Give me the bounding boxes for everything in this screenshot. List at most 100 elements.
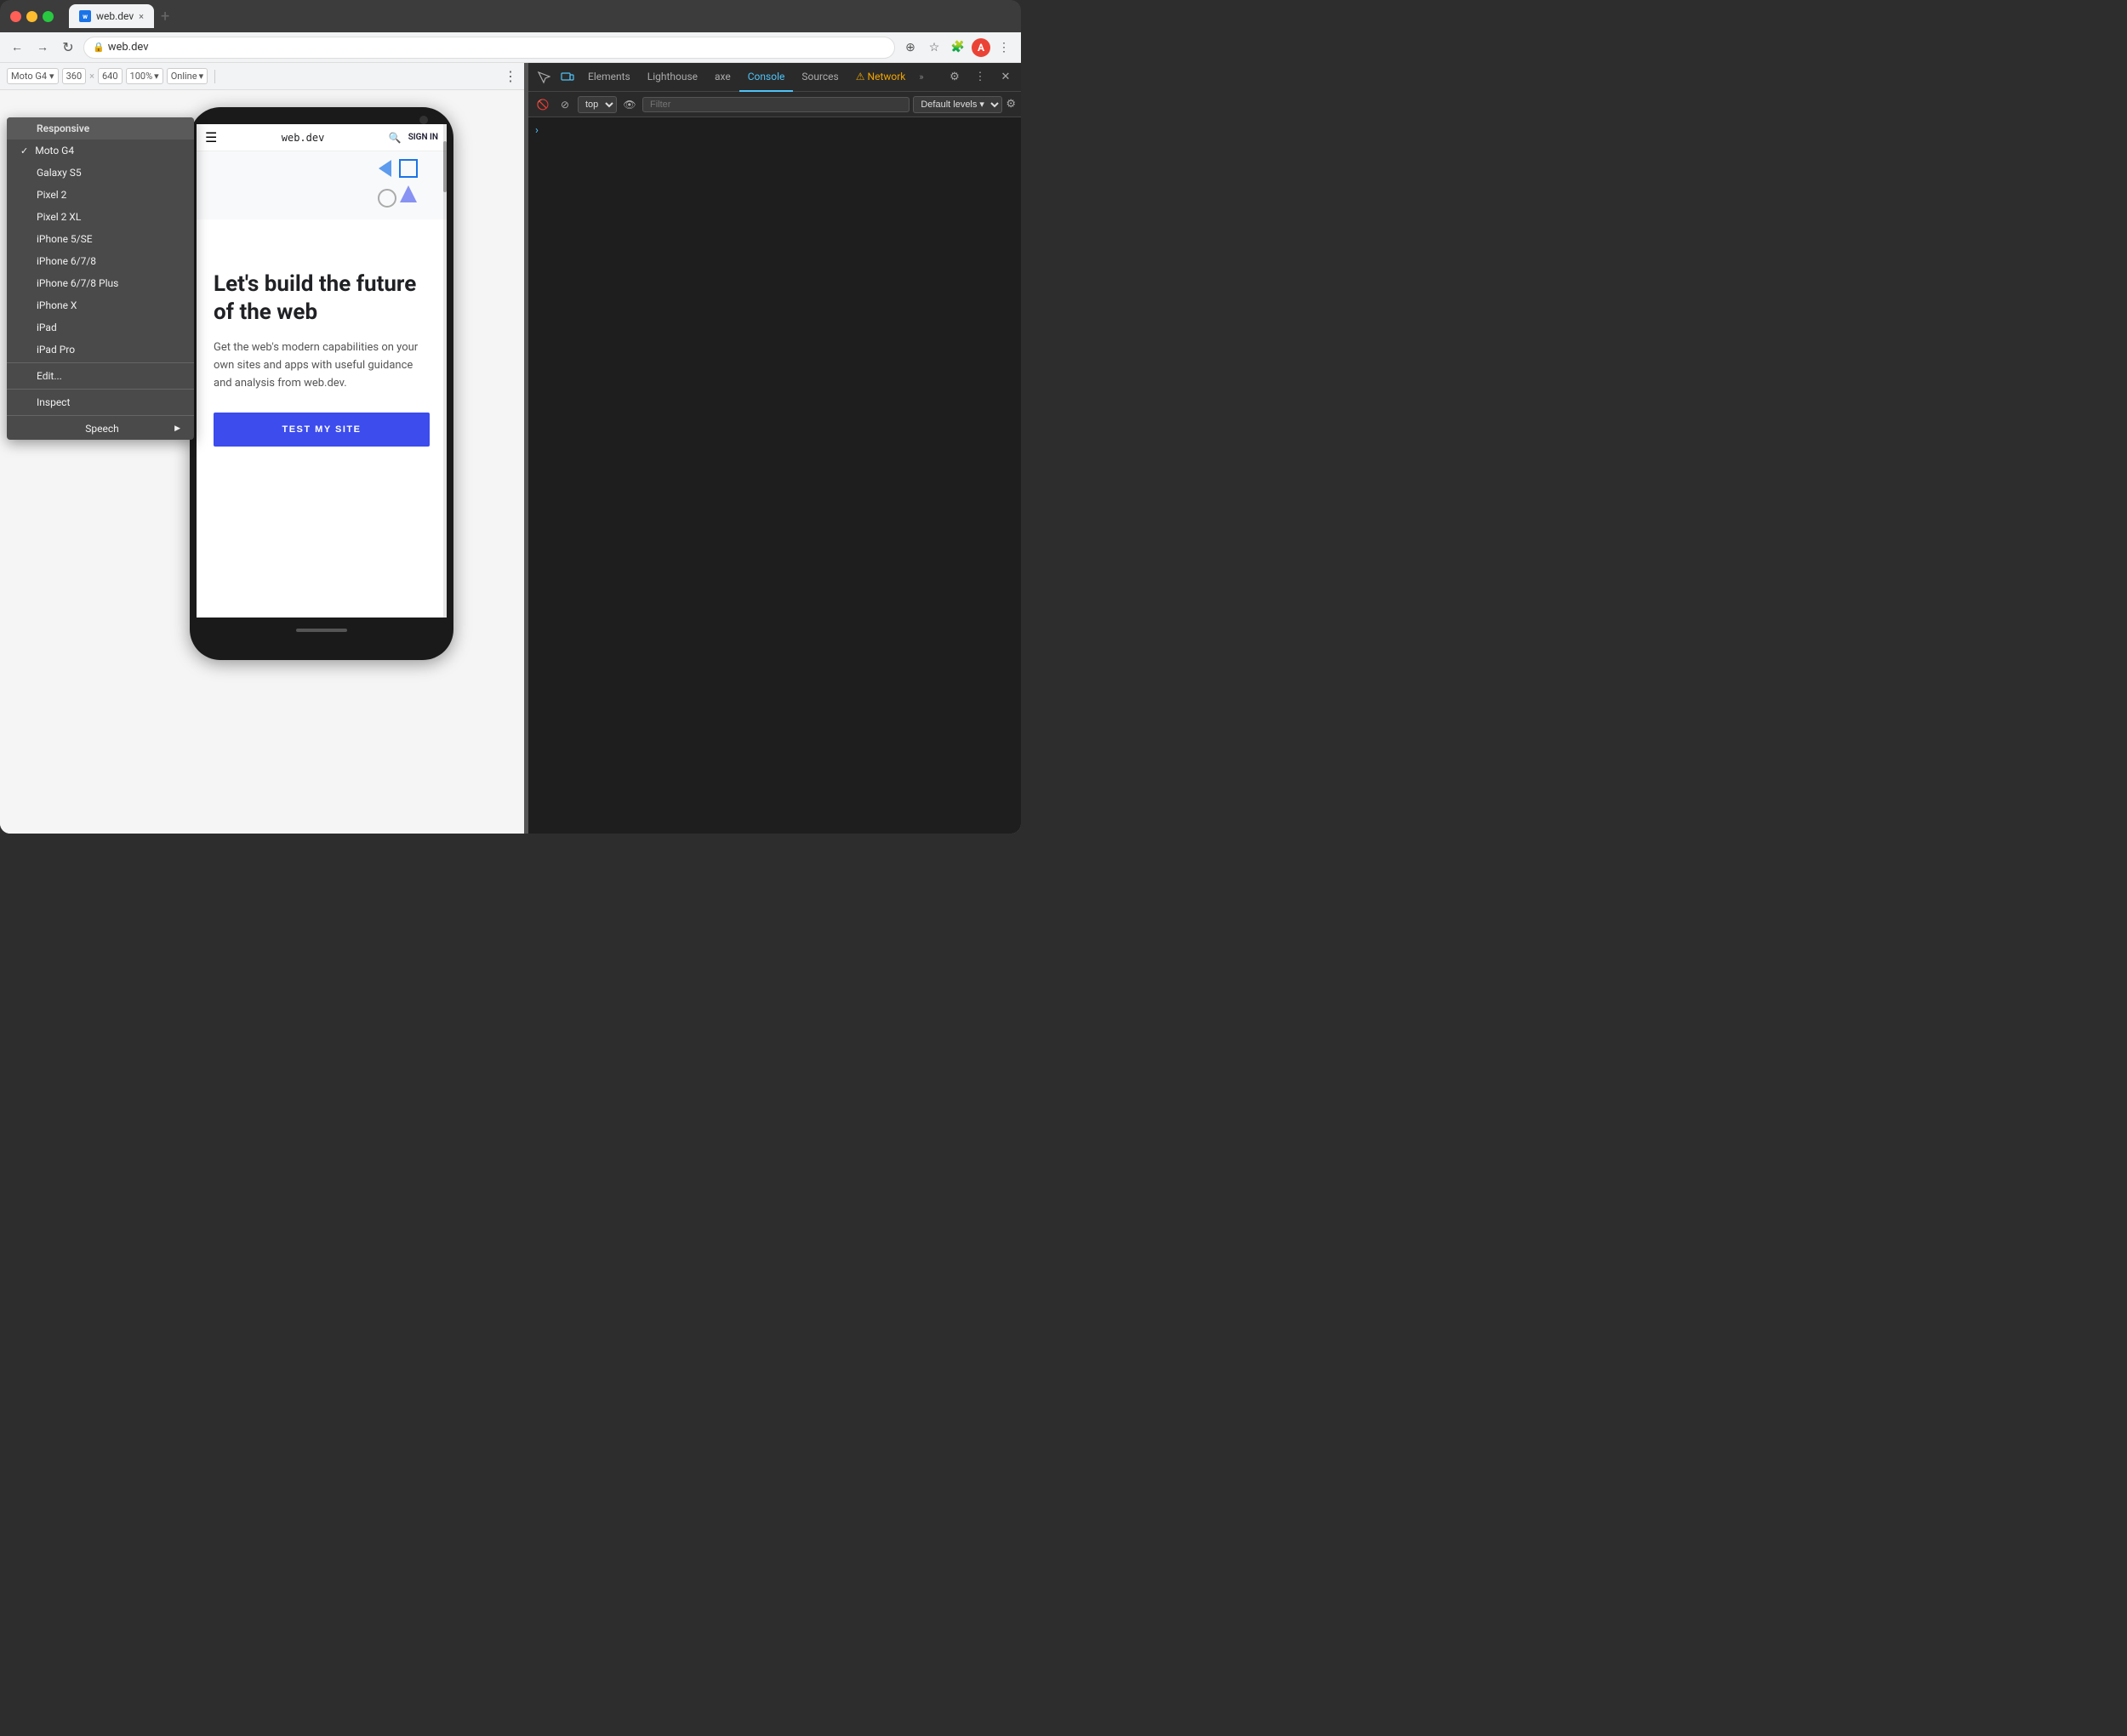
- tab-close-button[interactable]: ×: [139, 11, 144, 22]
- dropdown-item-iphone-678[interactable]: iPhone 6/7/8: [7, 250, 194, 272]
- profile-icon[interactable]: A: [972, 38, 990, 57]
- address-bar: ← → ↻ 🔒 web.dev ⊕ ☆ 🧩 A ⋮: [0, 32, 1021, 63]
- phone-hero: Let's build the future of the web Get th…: [197, 219, 447, 472]
- phone-scroll-thumb: [443, 141, 447, 192]
- menu-icon[interactable]: ⋮: [994, 37, 1014, 58]
- pixel-2-xl-label: Pixel 2 XL: [37, 211, 81, 223]
- dropdown-item-ipad-pro[interactable]: iPad Pro: [7, 339, 194, 361]
- tab-sources[interactable]: Sources: [793, 63, 847, 92]
- device-selector[interactable]: Moto G4 ▾: [7, 68, 59, 84]
- browser-tab[interactable]: w web.dev ×: [69, 4, 154, 28]
- phone-wrapper: Responsive Moto G4 Galaxy S5 Pixel 2 Pix…: [0, 90, 524, 834]
- sign-in-button[interactable]: SIGN IN: [408, 133, 438, 142]
- dropdown-separator-1: [7, 362, 194, 363]
- devtools-responsive-toolbar: Moto G4 ▾ 360 × 640 100% ▾ Online ▾ ⋮: [0, 63, 524, 90]
- height-value[interactable]: 640: [98, 68, 123, 84]
- dropdown-item-ipad[interactable]: iPad: [7, 316, 194, 339]
- tab-lighthouse[interactable]: Lighthouse: [639, 63, 706, 92]
- phone-scrollbar[interactable]: [443, 124, 447, 618]
- cta-button[interactable]: TEST MY SITE: [214, 413, 430, 447]
- log-levels-selector[interactable]: Default levels ▾: [913, 96, 1002, 113]
- console-gear-button[interactable]: ⚙: [1006, 98, 1016, 111]
- zoom-label: 100%: [130, 71, 153, 82]
- close-button[interactable]: [10, 11, 21, 22]
- dropdown-separator-3: [7, 415, 194, 416]
- network-selector[interactable]: Online ▾: [167, 68, 208, 84]
- dropdown-item-iphone-678plus[interactable]: iPhone 6/7/8 Plus: [7, 272, 194, 294]
- dropdown-item-speech[interactable]: Speech: [7, 418, 194, 440]
- tab-label: web.dev: [96, 10, 134, 22]
- width-value[interactable]: 360: [62, 68, 87, 84]
- dropdown-item-inspect[interactable]: Inspect: [7, 391, 194, 413]
- dimensions: 360 × 640: [62, 68, 123, 84]
- console-content: ›: [528, 117, 1021, 834]
- back-button[interactable]: ←: [7, 37, 27, 58]
- console-settings-button[interactable]: ⊘: [556, 95, 574, 114]
- tab-network[interactable]: ⚠ Network: [847, 63, 915, 92]
- more-tabs-button[interactable]: »: [914, 71, 928, 83]
- edit-label: Edit...: [37, 370, 62, 382]
- elements-label: Elements: [588, 71, 630, 83]
- tab-axe[interactable]: axe: [706, 63, 739, 92]
- dropdown-item-edit[interactable]: Edit...: [7, 365, 194, 387]
- phone-frame: ☰ web.dev 🔍 SIGN IN: [190, 107, 453, 660]
- axe-label: axe: [715, 71, 731, 83]
- add-icon[interactable]: ⊕: [900, 37, 921, 58]
- url-text: web.dev: [108, 41, 149, 54]
- devtools-settings-button[interactable]: ⚙: [943, 65, 967, 89]
- bookmark-icon[interactable]: ☆: [924, 37, 944, 58]
- inspect-label: Inspect: [37, 396, 70, 408]
- devtools-more-button[interactable]: ⋮: [968, 65, 992, 89]
- dropdown-item-pixel-2[interactable]: Pixel 2: [7, 184, 194, 206]
- dropdown-item-iphone-5se[interactable]: iPhone 5/SE: [7, 228, 194, 250]
- dropdown-item-iphone-x[interactable]: iPhone X: [7, 294, 194, 316]
- device-dropdown-arrow: ▾: [49, 71, 54, 82]
- zoom-selector[interactable]: 100% ▾: [126, 68, 163, 84]
- iphone-678plus-label: iPhone 6/7/8 Plus: [37, 277, 118, 289]
- devtools-close-button[interactable]: ✕: [994, 65, 1018, 89]
- clear-console-button[interactable]: 🚫: [533, 95, 552, 114]
- url-bar[interactable]: 🔒 web.dev: [83, 37, 895, 59]
- phone-screen: ☰ web.dev 🔍 SIGN IN: [197, 124, 447, 618]
- dropdown-item-galaxy-s5[interactable]: Galaxy S5: [7, 162, 194, 184]
- pixel-2-label: Pixel 2: [37, 189, 66, 201]
- devtools-tabs: Elements Lighthouse axe Console Sources …: [528, 63, 1021, 92]
- browser-viewport: Moto G4 ▾ 360 × 640 100% ▾ Online ▾ ⋮: [0, 63, 524, 834]
- inspect-element-button[interactable]: [532, 65, 556, 89]
- devtools-panel: Elements Lighthouse axe Console Sources …: [527, 63, 1021, 834]
- dropdown-item-moto-g4[interactable]: Moto G4: [7, 139, 194, 162]
- dropdown-item-pixel-2-xl[interactable]: Pixel 2 XL: [7, 206, 194, 228]
- refresh-button[interactable]: ↻: [58, 37, 78, 58]
- new-tab-button[interactable]: +: [161, 8, 169, 26]
- console-arrow: ›: [535, 124, 539, 137]
- ipad-pro-label: iPad Pro: [37, 344, 75, 356]
- more-options-button[interactable]: ⋮: [504, 68, 517, 84]
- filter-input[interactable]: [642, 97, 910, 112]
- phone-nav-actions: 🔍 SIGN IN: [389, 132, 438, 144]
- device-label: Moto G4: [11, 71, 47, 82]
- home-indicator: [296, 629, 347, 632]
- fullscreen-button[interactable]: [43, 11, 54, 22]
- forward-button[interactable]: →: [32, 37, 53, 58]
- search-icon[interactable]: 🔍: [389, 132, 402, 144]
- eye-icon[interactable]: 👁: [620, 95, 639, 114]
- dropdown-separator-2: [7, 389, 194, 390]
- phone-home-bar: [197, 618, 447, 643]
- phone-nav: ☰ web.dev 🔍 SIGN IN: [197, 124, 447, 151]
- tab-elements[interactable]: Elements: [579, 63, 639, 92]
- toolbar-separator: [214, 70, 215, 83]
- tab-console[interactable]: Console: [739, 63, 794, 92]
- context-selector[interactable]: top: [578, 96, 617, 113]
- device-mode-button[interactable]: [556, 65, 579, 89]
- extensions-icon[interactable]: 🧩: [948, 37, 968, 58]
- device-dropdown-menu: Responsive Moto G4 Galaxy S5 Pixel 2 Pix…: [7, 117, 194, 440]
- moto-g4-label: Moto G4: [35, 145, 74, 157]
- times-symbol: ×: [89, 71, 94, 82]
- ipad-label: iPad: [37, 322, 57, 333]
- traffic-lights: [10, 11, 54, 22]
- galaxy-s5-label: Galaxy S5: [37, 167, 82, 179]
- network-label: Network: [868, 71, 906, 83]
- minimize-button[interactable]: [26, 11, 37, 22]
- network-label: Online: [171, 71, 197, 82]
- hamburger-icon[interactable]: ☰: [205, 129, 217, 145]
